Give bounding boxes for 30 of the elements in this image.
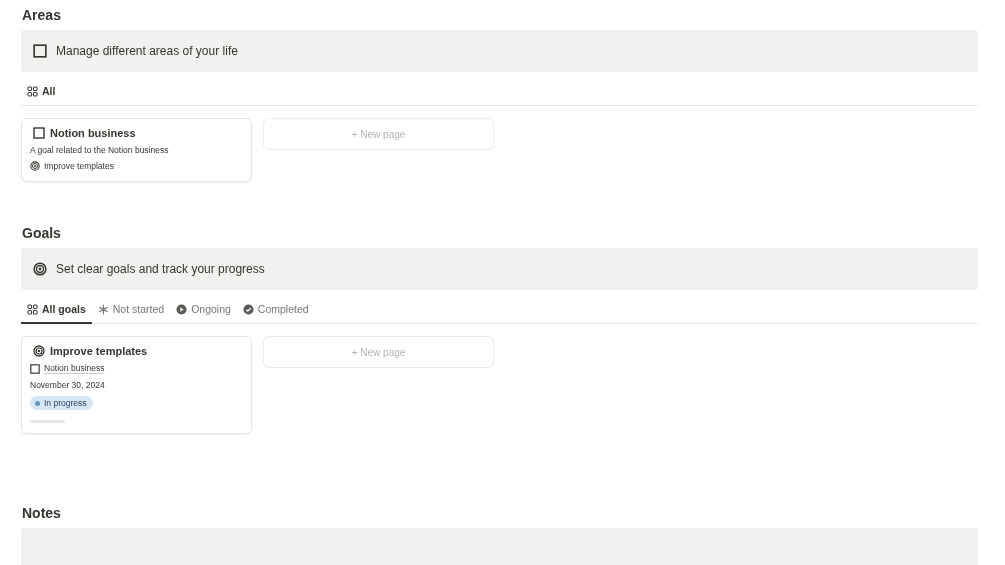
section-title: Goals xyxy=(22,224,62,242)
check-icon xyxy=(242,303,254,315)
card-title: Notion business xyxy=(50,127,136,139)
gallery-card[interactable]: Notion business A goal related to the Notion business Improve templates xyxy=(21,118,252,182)
section-title: Notes xyxy=(22,504,62,522)
grid-icon xyxy=(27,303,38,315)
view-tab[interactable]: All goals xyxy=(21,296,92,324)
square-icon xyxy=(30,363,40,374)
card-text: November 30, 2024 xyxy=(30,380,106,390)
square-icon xyxy=(33,127,45,139)
gallery-card[interactable]: Improve templates Notion business November 30, 2024 In progress xyxy=(21,336,252,434)
relation-link[interactable]: Notion business xyxy=(44,363,105,374)
snowflake-icon xyxy=(97,303,109,315)
play-icon xyxy=(176,303,188,315)
view-tab[interactable]: All xyxy=(21,78,62,106)
callout-text: Set clear goals and track your progress xyxy=(56,262,265,276)
card-text: A goal related to the Notion business xyxy=(30,145,170,155)
view-tab[interactable]: Completed xyxy=(236,296,315,324)
grid-icon xyxy=(27,85,38,97)
target-icon xyxy=(33,262,47,276)
target-icon xyxy=(33,345,45,357)
view-tab[interactable]: Ongoing xyxy=(170,296,237,324)
square-icon xyxy=(33,44,47,58)
view-tab[interactable]: Not started xyxy=(91,296,171,324)
status-tag: In progress xyxy=(30,396,93,410)
target-icon xyxy=(30,161,40,171)
card-title: Improve templates xyxy=(50,345,148,357)
callout-text: Manage different areas of your life xyxy=(56,44,238,58)
relation-link[interactable]: Improve templates xyxy=(44,161,114,171)
section-title: Areas xyxy=(22,6,62,24)
